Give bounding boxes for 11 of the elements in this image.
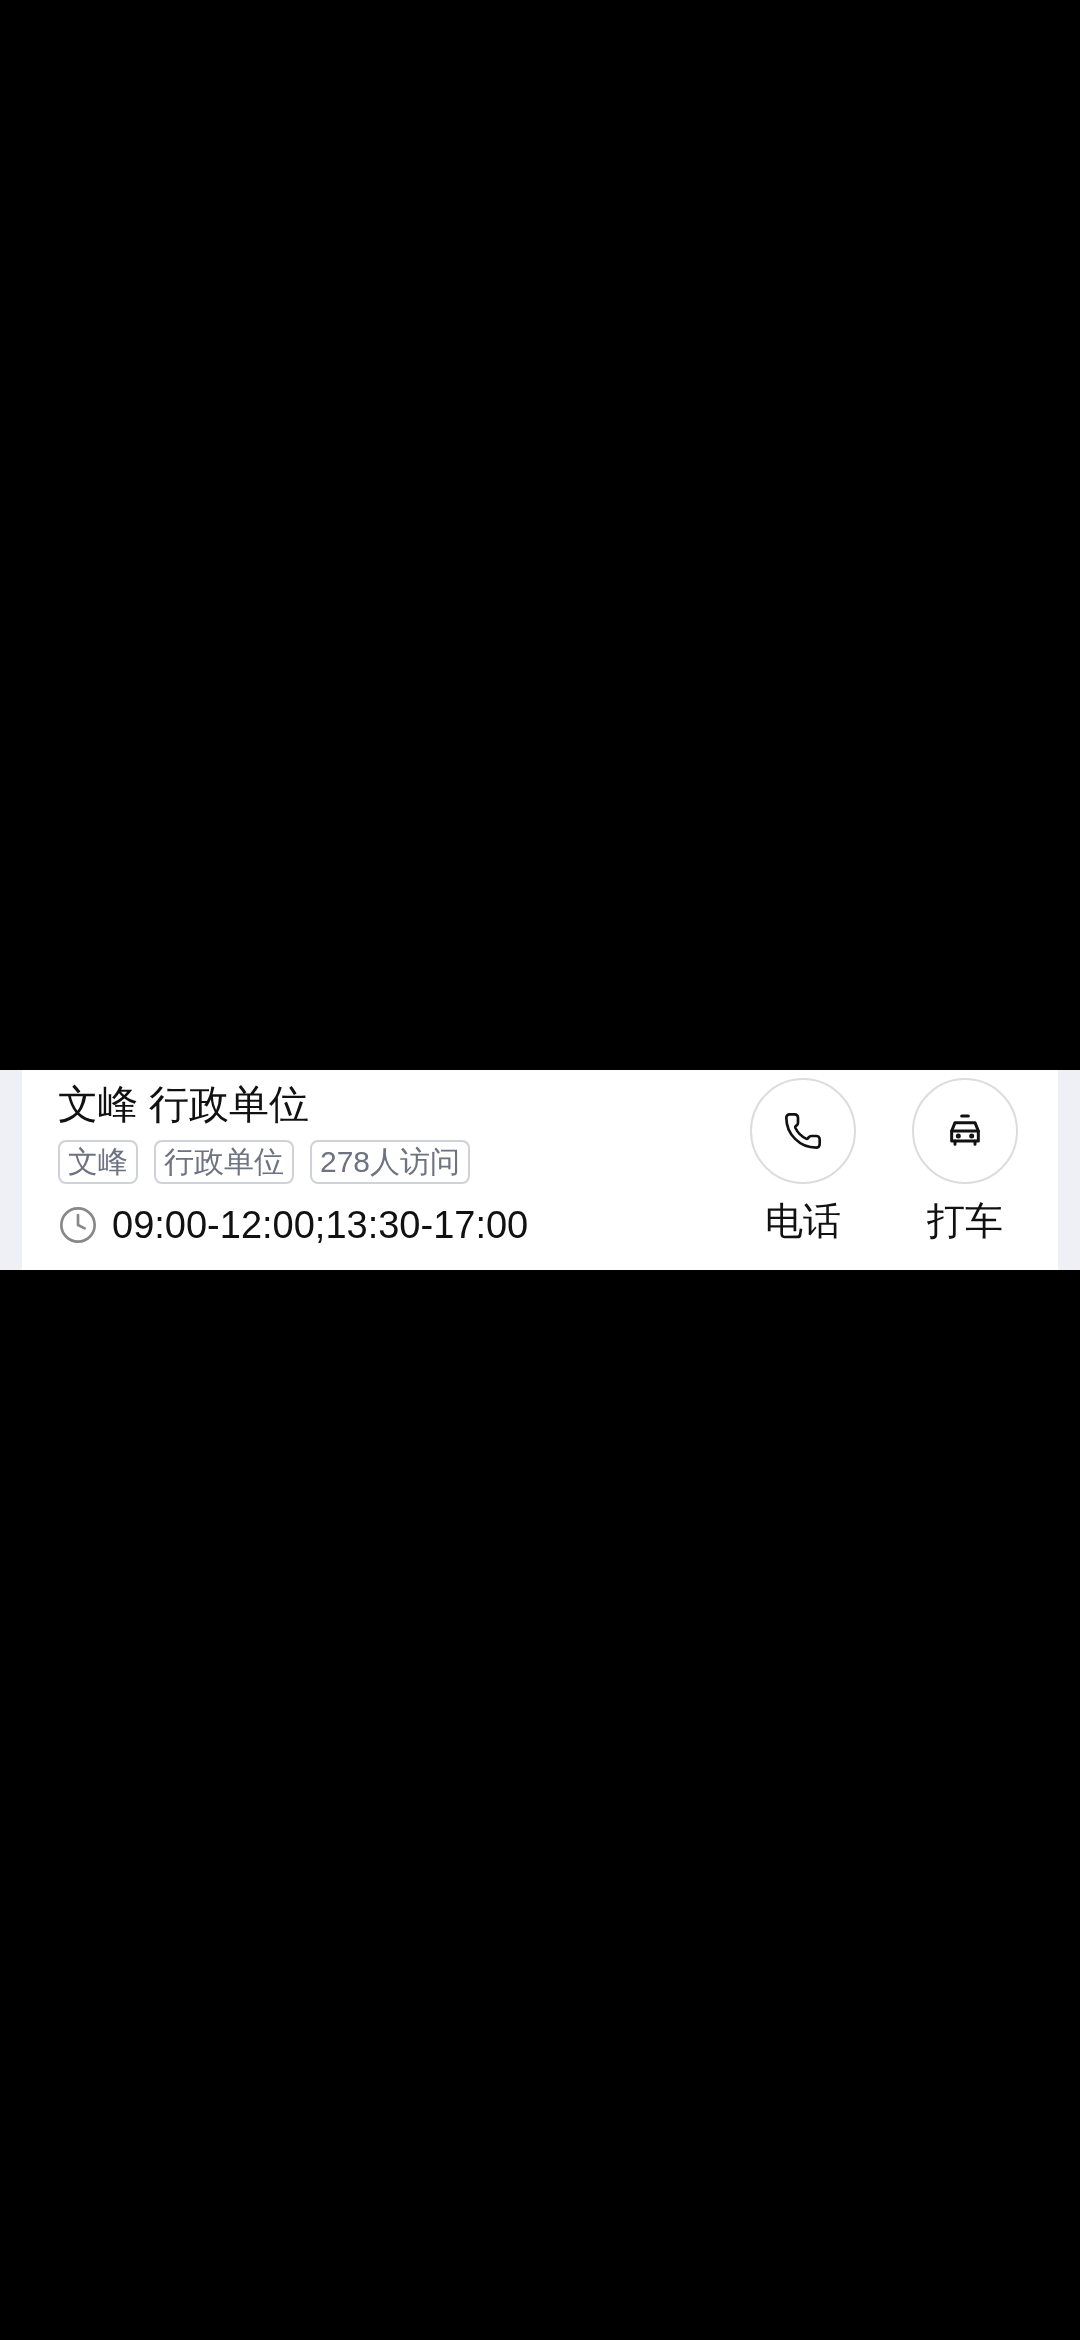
action-label: 电话 — [765, 1199, 841, 1244]
clock-icon — [58, 1205, 98, 1245]
action-button[interactable]: 打车 — [912, 1078, 1018, 1270]
place-title: 文峰 行政单位 — [58, 1081, 311, 1128]
tag: 行政单位 — [154, 1140, 294, 1184]
action-label: 打车 — [927, 1199, 1003, 1244]
phone-icon — [783, 1111, 823, 1151]
tag: 278人访问 — [310, 1140, 471, 1184]
opening-hours: 09:00-12:00;13:30-17:00 — [112, 1203, 529, 1248]
action-button[interactable]: 电话 — [750, 1078, 856, 1270]
tag: 文峰 — [58, 1140, 138, 1184]
